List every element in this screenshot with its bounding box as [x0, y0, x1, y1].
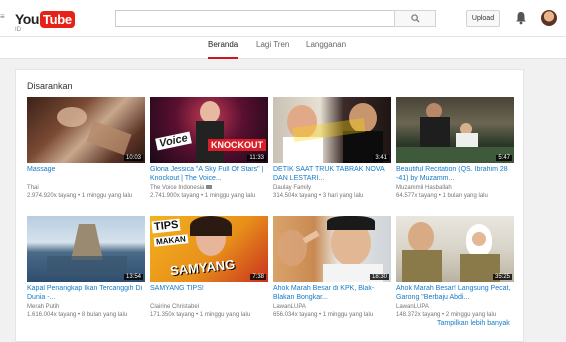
video-title[interactable]: Beautiful Recitation (QS. Ibrahim 28 -41… [396, 166, 514, 183]
search-icon [410, 14, 420, 23]
video-item[interactable]: 18:30 Ahok Marah Besar di KPK, Blak-Blak… [273, 216, 391, 319]
video-item[interactable]: Voice KNOCKOUT 11:33 Gloria Jessica "A S… [150, 97, 268, 200]
thumb-voice-text: Voice [155, 131, 192, 151]
tab-lagi-tren[interactable]: Lagi Tren [256, 40, 289, 59]
video-meta: 171.350x tayang • 1 minggu yang lalu [150, 312, 251, 318]
video-meta: 1.616.004x tayang • 8 bulan yang lalu [27, 312, 128, 318]
video-channel[interactable]: Merah Putih [27, 303, 145, 311]
thumb-samyang-text: SAMYANG [169, 256, 236, 279]
notifications-bell-icon[interactable] [515, 11, 527, 25]
video-item[interactable]: 3:41 DETIK SAAT TRUK TABRAK NOVA DAN LES… [273, 97, 391, 200]
video-channel[interactable]: Clairine Christabel [150, 303, 268, 311]
video-title[interactable]: Massage [27, 166, 145, 183]
youtube-logo[interactable]: You Tube [15, 10, 75, 28]
video-views: 314.504x tayang [273, 193, 318, 199]
masthead: ≡ You Tube ID Upload [0, 0, 566, 37]
upload-button[interactable]: Upload [466, 10, 500, 27]
video-age: 1 minggu yang lalu [81, 193, 133, 199]
video-thumbnail[interactable]: 3:41 [273, 97, 391, 163]
video-meta: 2.974.920x tayang • 1 minggu yang lalu [27, 193, 133, 199]
logo-you: You [15, 11, 39, 27]
video-views: 2.974.920x tayang [27, 193, 77, 199]
video-age: 3 hari yang lalu [322, 193, 364, 199]
country-code: ID [15, 27, 21, 33]
video-item[interactable]: TIPS MAKAN SAMYANG 7:38 SAMYANG TIPS! Cl… [150, 216, 268, 319]
video-views: 64.577x tayang [396, 193, 438, 199]
video-duration: 3:41 [373, 155, 389, 161]
video-thumbnail[interactable]: Voice KNOCKOUT 11:33 [150, 97, 268, 163]
video-channel[interactable]: Muzammil Hasballah [396, 184, 514, 192]
tab-beranda[interactable]: Beranda [208, 40, 239, 59]
video-views: 171.350x tayang [150, 312, 195, 318]
recommended-section: Disarankan 10:03 Massage Thai 2.974.920x… [15, 69, 524, 342]
search-button[interactable] [394, 10, 436, 27]
video-title[interactable]: Kapal Penangkap Ikan Tercanggih Di Dunia… [27, 285, 145, 302]
video-age: 8 bulan yang lalu [81, 312, 128, 318]
video-title[interactable]: Ahok Marah Besar di KPK, Blak-Blakan Bon… [273, 285, 391, 302]
verified-icon [206, 185, 213, 190]
thumb-makan-text: MAKAN [153, 234, 189, 247]
video-meta: 2.741.900x tayang • 1 minggu yang lalu [150, 193, 256, 199]
video-channel[interactable]: LawanLUPA [396, 303, 514, 311]
video-views: 148.372x tayang [396, 312, 441, 318]
video-duration: 10:03 [123, 155, 143, 161]
video-duration: 5:47 [496, 155, 512, 161]
video-meta: 314.504x tayang • 3 hari yang lalu [273, 193, 364, 199]
video-age: 1 minggu yang lalu [204, 193, 256, 199]
video-meta: 148.372x tayang • 2 minggu yang lalu [396, 312, 497, 318]
video-channel[interactable]: Thai [27, 184, 145, 192]
video-title[interactable]: Gloria Jessica "A Sky Full Of Stars" | K… [150, 166, 268, 183]
video-duration: 11:33 [247, 155, 266, 161]
video-duration: 18:30 [369, 274, 389, 280]
video-thumbnail[interactable]: 18:30 [273, 216, 391, 282]
video-age: 2 minggu yang lalu [445, 312, 497, 318]
video-channel[interactable]: LawanLUPA [273, 303, 391, 311]
video-item[interactable]: 35:25 Ahok Marah Besar! Langsung Pecat, … [396, 216, 514, 319]
video-age: 1 minggu yang lalu [322, 312, 374, 318]
video-duration: 35:25 [492, 274, 512, 280]
thumb-knockout-text: KNOCKOUT [208, 139, 266, 151]
logo-tube: Tube [39, 10, 75, 28]
tab-langganan[interactable]: Langganan [306, 40, 346, 59]
video-meta: 64.577x tayang • 1 bulan yang lalu [396, 193, 488, 199]
video-age: 1 minggu yang lalu [199, 312, 251, 318]
video-thumbnail[interactable]: 5:47 [396, 97, 514, 163]
video-thumbnail[interactable]: TIPS MAKAN SAMYANG 7:38 [150, 216, 268, 282]
video-title[interactable]: SAMYANG TIPS! [150, 285, 268, 302]
video-views: 1.616.004x tayang [27, 312, 77, 318]
video-thumbnail[interactable]: 35:25 [396, 216, 514, 282]
avatar[interactable] [541, 10, 557, 26]
video-title[interactable]: Ahok Marah Besar! Langsung Pecat, Garong… [396, 285, 514, 302]
video-title[interactable]: DETIK SAAT TRUK TABRAK NOVA DAN LESTARI.… [273, 166, 391, 183]
video-thumbnail[interactable]: 10:03 [27, 97, 145, 163]
video-duration: 7:38 [250, 274, 266, 280]
video-duration: 13:54 [123, 274, 143, 280]
video-item[interactable]: 10:03 Massage Thai 2.974.920x tayang • 1… [27, 97, 145, 200]
video-channel[interactable]: Daulay Family [273, 184, 391, 192]
video-age: 1 bulan yang lalu [442, 193, 488, 199]
video-views: 2.741.900x tayang [150, 193, 200, 199]
show-more-link[interactable]: Tampilkan lebih banyak [437, 320, 510, 327]
video-meta: 656.034x tayang • 1 minggu yang lalu [273, 312, 374, 318]
video-item[interactable]: 5:47 Beautiful Recitation (QS. Ibrahim 2… [396, 97, 514, 200]
guide-menu-icon[interactable]: ≡ [0, 13, 6, 21]
feed-tabs: Beranda Lagi Tren Langganan [0, 37, 566, 59]
section-title: Disarankan [27, 81, 73, 91]
video-views: 656.034x tayang [273, 312, 318, 318]
video-channel[interactable]: The Voice Indonesia [150, 184, 268, 192]
video-channel-name: The Voice Indonesia [150, 185, 205, 191]
video-item[interactable]: 13:54 Kapal Penangkap Ikan Tercanggih Di… [27, 216, 145, 319]
search-input[interactable] [115, 10, 395, 27]
thumb-tips-text: TIPS [151, 218, 182, 234]
video-thumbnail[interactable]: 13:54 [27, 216, 145, 282]
